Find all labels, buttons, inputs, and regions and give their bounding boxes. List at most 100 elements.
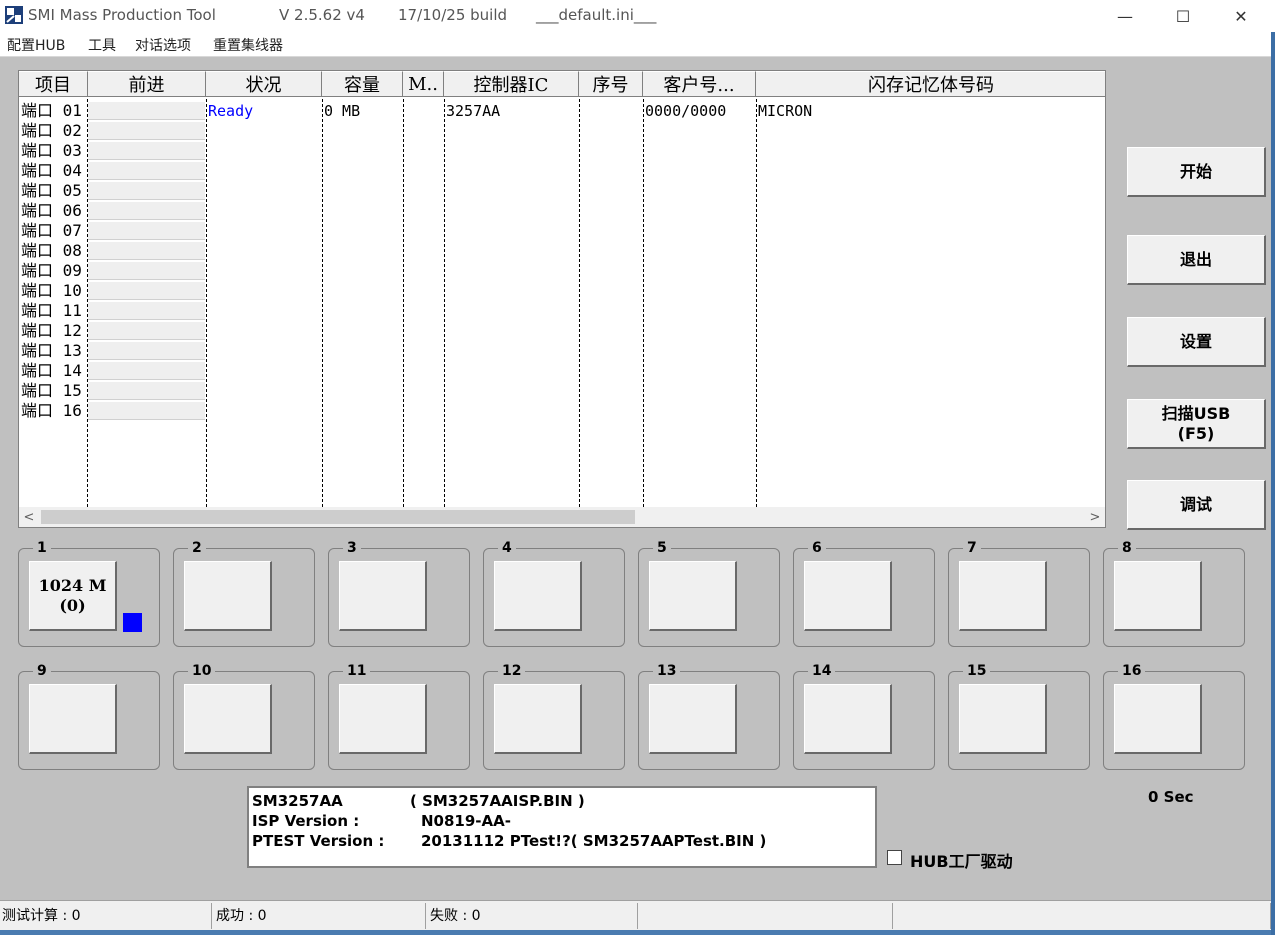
close-button[interactable]: ✕: [1212, 0, 1270, 32]
progress-cell: [88, 202, 205, 220]
chip-bin: ( SM3257AAISP.BIN ): [410, 792, 585, 810]
window-border: [0, 930, 1275, 935]
start-button[interactable]: 开始: [1127, 147, 1266, 197]
progress-cell: [88, 182, 205, 200]
window-border: [1271, 32, 1275, 935]
port-number: 12: [498, 663, 526, 679]
col-status[interactable]: 状况: [206, 71, 322, 97]
progress-cell: [88, 222, 205, 240]
port-button[interactable]: [959, 561, 1047, 631]
port-number: 13: [653, 663, 681, 679]
port-number: 7: [963, 540, 981, 556]
menu-reset-hub[interactable]: 重置集线器: [213, 35, 283, 55]
port-box-7: 7: [948, 540, 1090, 647]
port-number: 14: [808, 663, 836, 679]
status-pane-empty: [895, 903, 1271, 929]
col-flash[interactable]: 闪存记忆体号码: [756, 71, 1105, 97]
port-box-13: 13: [638, 663, 780, 770]
port-number: 2: [188, 540, 206, 556]
status-fail: 失败 : 0: [428, 903, 638, 929]
port-button[interactable]: [29, 684, 117, 754]
port-button[interactable]: [494, 561, 582, 631]
progress-cell: [88, 282, 205, 300]
scan-usb-button[interactable]: 扫描USB (F5): [1127, 399, 1266, 449]
settings-button[interactable]: 设置: [1127, 317, 1266, 367]
port-box-6: 6: [793, 540, 935, 647]
port-button[interactable]: [804, 561, 892, 631]
col-progress[interactable]: 前进: [88, 71, 206, 97]
port-number: 15: [963, 663, 991, 679]
port-box-2: 2: [173, 540, 315, 647]
row1-capacity: 0 MB: [324, 102, 361, 120]
port-box-3: 3: [328, 540, 470, 647]
status-success: 成功 : 0: [214, 903, 426, 929]
port-capacity: 1024 M: [38, 575, 107, 595]
port-count: (0): [59, 595, 86, 615]
elapsed-timer: 0 Sec: [1148, 788, 1194, 806]
progress-cell: [88, 122, 205, 140]
column-divider: [206, 99, 207, 507]
menu-tools[interactable]: 工具: [88, 35, 116, 55]
scroll-left-icon[interactable]: <: [19, 507, 39, 527]
port-number: 10: [188, 663, 216, 679]
port-button[interactable]: [959, 684, 1047, 754]
port-button[interactable]: [339, 561, 427, 631]
port-box-4: 4: [483, 540, 625, 647]
port-number: 8: [1118, 540, 1136, 556]
firmware-info-box: SM3257AA ( SM3257AAISP.BIN ) ISP Version…: [247, 786, 877, 868]
device-table[interactable]: 项目 前进 状况 容量 M.. 控制器IC 序号 客户号... 闪存记忆体号码 …: [18, 70, 1106, 528]
port-number: 9: [33, 663, 51, 679]
port-button[interactable]: [804, 684, 892, 754]
scroll-thumb[interactable]: [41, 510, 635, 524]
col-controller-ic[interactable]: 控制器IC: [444, 71, 579, 97]
isp-value: N0819-AA-: [421, 812, 511, 830]
scroll-right-icon[interactable]: >: [1085, 507, 1105, 527]
col-customer[interactable]: 客户号...: [643, 71, 756, 97]
row1-controller: 3257AA: [446, 102, 501, 120]
minimize-button[interactable]: —: [1096, 0, 1154, 32]
status-pane-empty: [640, 903, 893, 929]
port-box-12: 12: [483, 663, 625, 770]
maximize-button[interactable]: ☐: [1154, 0, 1212, 32]
col-item[interactable]: 项目: [19, 71, 88, 97]
port-number: 3: [343, 540, 361, 556]
progress-cell: [88, 342, 205, 360]
isp-label: ISP Version :: [252, 812, 360, 830]
status-bar: 测试计算 : 0 成功 : 0 失败 : 0: [0, 900, 1275, 931]
col-serial[interactable]: 序号: [579, 71, 643, 97]
menu-config-hub[interactable]: 配置HUB: [7, 35, 65, 55]
column-divider: [756, 99, 757, 507]
port-box-8: 8: [1103, 540, 1245, 647]
column-divider: [322, 99, 323, 507]
progress-cell: [88, 162, 205, 180]
port-button[interactable]: [339, 684, 427, 754]
port-button[interactable]: [184, 561, 272, 631]
app-title: SMI Mass Production Tool: [28, 6, 216, 24]
port-button[interactable]: [1114, 561, 1202, 631]
row1-customer: 0000/0000: [645, 102, 727, 120]
port-button[interactable]: [184, 684, 272, 754]
col-m[interactable]: M..: [403, 71, 444, 97]
port-button[interactable]: [649, 684, 737, 754]
progress-cell: [88, 382, 205, 400]
port-box-11: 11: [328, 663, 470, 770]
menu-dialog-options[interactable]: 对话选项: [135, 35, 191, 55]
exit-button[interactable]: 退出: [1127, 235, 1266, 285]
port-number: 1: [33, 540, 51, 556]
port-button[interactable]: [494, 684, 582, 754]
port-box-9: 9: [18, 663, 160, 770]
port-button[interactable]: 1024 M (0): [29, 561, 117, 631]
col-capacity[interactable]: 容量: [322, 71, 403, 97]
title-bar: SMI Mass Production Tool V 2.5.62 v4 17/…: [0, 0, 1275, 32]
port-button[interactable]: [1114, 684, 1202, 754]
hub-driver-checkbox[interactable]: [887, 850, 902, 865]
column-divider: [579, 99, 580, 507]
progress-cell: [88, 142, 205, 160]
progress-cell: [88, 262, 205, 280]
port-box-5: 5: [638, 540, 780, 647]
horizontal-scrollbar[interactable]: < >: [19, 507, 1105, 527]
port-button[interactable]: [649, 561, 737, 631]
ptest-label: PTEST Version :: [252, 832, 385, 850]
debug-button[interactable]: 调试: [1127, 480, 1266, 530]
progress-cell: [88, 302, 205, 320]
